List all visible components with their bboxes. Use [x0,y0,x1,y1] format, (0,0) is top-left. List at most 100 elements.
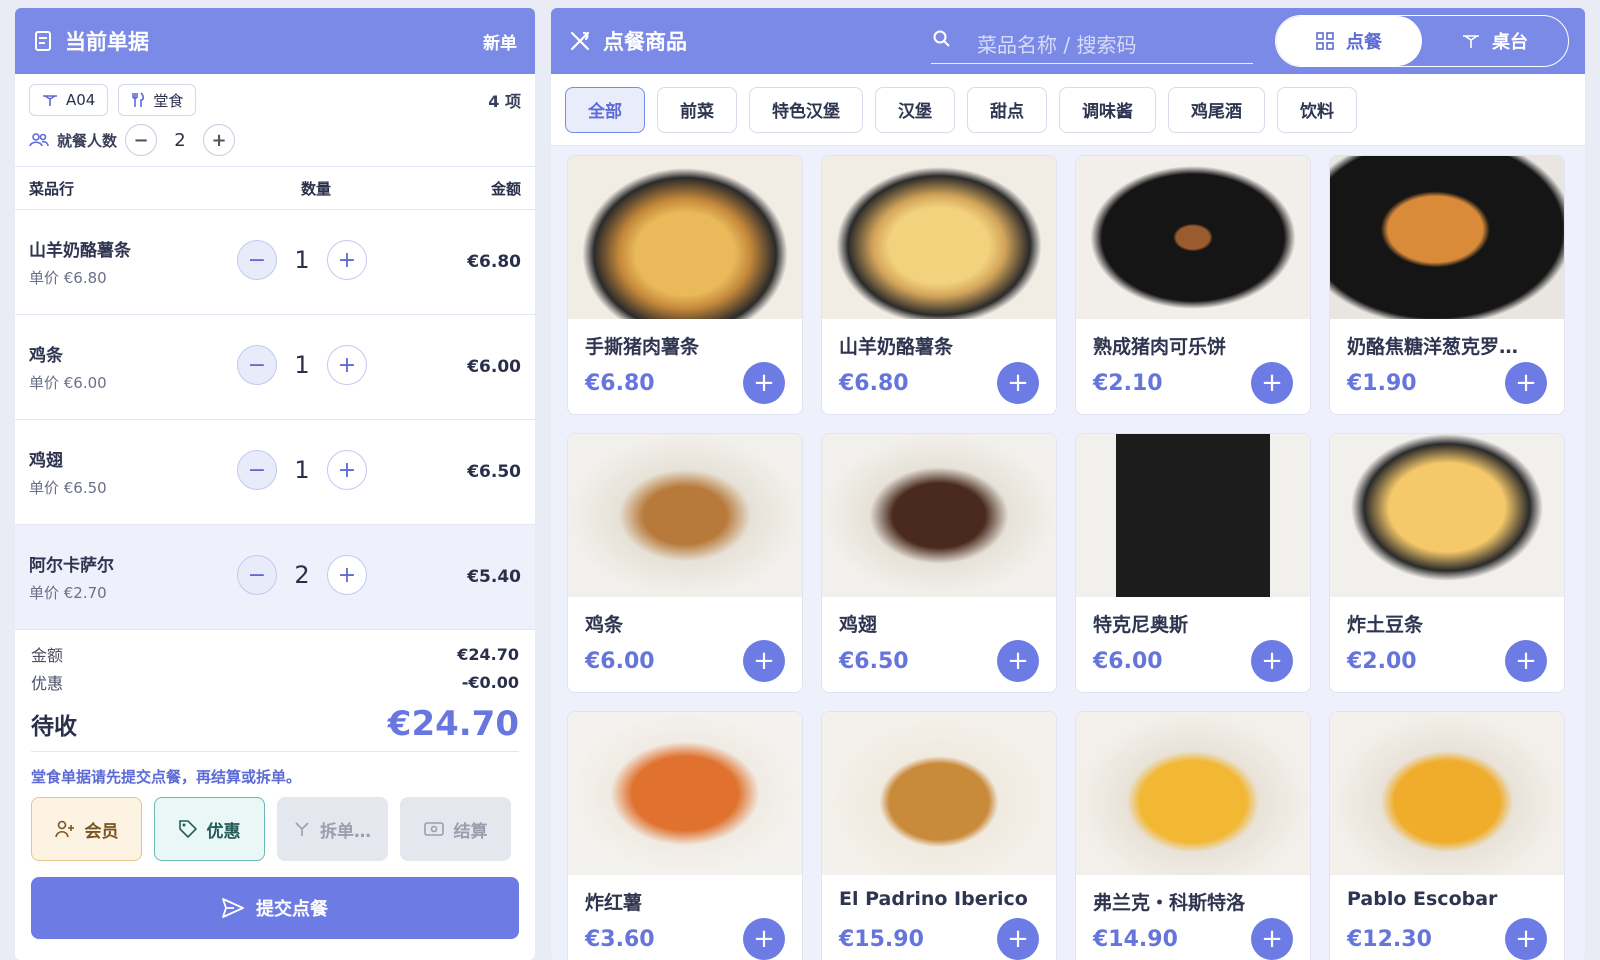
discount-button[interactable]: 优惠 [154,797,265,861]
category-cocktails[interactable]: 鸡尾酒 [1168,86,1265,133]
product-price: €6.80 [839,371,909,396]
dine-in-hint: 堂食单据请先提交点餐，再结算或拆单。 [31,768,302,786]
qty-plus-button[interactable]: + [327,555,367,595]
order-row[interactable]: 鸡条 单价 €6.00 −1 + €6.00 [15,315,535,420]
category-drinks[interactable]: 饮料 [1277,86,1357,133]
submit-order-button[interactable]: 提交点餐 [31,877,519,939]
product-card[interactable]: 特克尼奥斯 €6.00 + [1075,433,1311,693]
product-image [1330,156,1564,319]
product-price: €2.00 [1347,649,1417,674]
category-sauces[interactable]: 调味酱 [1059,86,1156,133]
product-image [1330,712,1564,875]
qty-plus-button[interactable]: + [327,240,367,280]
product-card[interactable]: 炸土豆条 €2.00 + [1329,433,1565,693]
product-image [568,156,802,319]
order-item-amount: €6.00 [467,357,521,377]
add-to-order-button[interactable]: + [1251,640,1293,682]
product-price: €15.90 [839,927,924,952]
product-name: Pablo Escobar [1347,888,1498,910]
receipt-icon [35,31,51,51]
product-card[interactable]: 奶酪焦糖洋葱克罗… €1.90 + [1329,155,1565,415]
product-grid: 手撕猪肉薯条 €6.80 + 山羊奶酪薯条 €6.80 + 熟成猪肉可乐饼 €2.10 + … [567,155,1565,960]
product-card[interactable]: 鸡条 €6.00 + [567,433,803,693]
category-all[interactable]: 全部 [565,86,645,133]
people-icon [29,133,49,147]
product-name: 鸡条 [585,614,624,636]
qty-value: 2 [294,561,310,589]
cutlery-icon [132,92,145,107]
product-card[interactable]: 鸡翅 €6.50 + [821,433,1057,693]
product-card[interactable]: 熟成猪肉可乐饼 €2.10 + [1075,155,1311,415]
menu-title: 点餐商品 [603,30,687,54]
category-signature-burgers[interactable]: 特色汉堡 [749,86,863,133]
split-icon [295,822,309,836]
qty-minus-button[interactable]: − [237,450,277,490]
diners-plus-button[interactable]: + [203,124,236,156]
order-row[interactable]: 鸡翅 单价 €6.50 −1 + €6.50 [15,420,535,525]
product-card[interactable]: 炸红薯 €3.60 + [567,711,803,960]
qty-minus-button[interactable]: − [237,240,277,280]
order-table-header: 菜品行 数量 金额 [15,166,535,210]
tab-tables[interactable]: 桌台 [1422,16,1568,66]
product-image [1076,434,1310,597]
add-to-order-button[interactable]: + [997,918,1039,960]
amount-due-value: €24.70 [387,703,519,744]
order-row[interactable]: 阿尔卡萨尔 单价 €2.70 −2 + €5.40 [15,525,535,630]
product-card[interactable]: 弗兰克・科斯特洛 €14.90 + [1075,711,1311,960]
tab-order[interactable]: 点餐 [1276,16,1422,66]
product-name: 炸红薯 [585,892,643,914]
add-to-order-button[interactable]: + [743,918,785,960]
view-mode-switch[interactable]: 点餐 桌台 [1275,15,1569,67]
add-to-order-button[interactable]: + [1505,918,1547,960]
add-to-order-button[interactable]: + [1505,640,1547,682]
send-icon [222,898,244,918]
discount-button-label: 优惠 [206,821,241,842]
member-button[interactable]: 会员 [31,797,142,861]
grid-icon [1316,32,1334,50]
search-input[interactable]: 菜品名称 / 搜索码 [931,24,1253,64]
add-to-order-button[interactable]: + [1251,362,1293,404]
order-title: 当前单据 [65,30,149,54]
qty-minus-button[interactable]: − [237,555,277,595]
order-item-name: 鸡条 [29,346,63,366]
category-desserts[interactable]: 甜点 [967,86,1047,133]
category-burgers[interactable]: 汉堡 [875,86,955,133]
add-to-order-button[interactable]: + [997,640,1039,682]
order-row[interactable]: 山羊奶酪薯条 单价 €6.80 −1 + €6.80 [15,210,535,315]
product-name: 手撕猪肉薯条 [585,336,700,358]
table-chip[interactable]: A04 [29,84,109,116]
add-to-order-button[interactable]: + [743,362,785,404]
product-image [568,434,802,597]
diners-minus-button[interactable]: − [125,124,158,156]
diners-count: 2 [174,129,186,151]
order-item-amount: €6.80 [467,252,521,272]
qty-plus-button[interactable]: + [327,345,367,385]
add-to-order-button[interactable]: + [743,640,785,682]
category-starters[interactable]: 前菜 [657,86,737,133]
product-price: €6.80 [585,371,655,396]
add-to-order-button[interactable]: + [1251,918,1293,960]
product-card[interactable]: El Padrino Iberico €15.90 + [821,711,1057,960]
col-qty: 数量 [300,179,331,198]
split-button[interactable]: 拆单… [277,797,388,861]
order-panel: 当前单据 新单 A04 堂食 4 项 就餐人数 − 2 + 菜品行 数量 金额 … [15,8,535,960]
add-user-icon [54,820,74,838]
add-to-order-button[interactable]: + [1505,362,1547,404]
col-amount: 金额 [490,179,521,198]
qty-minus-button[interactable]: − [237,345,277,385]
product-price: €2.10 [1093,371,1163,396]
product-card[interactable]: 山羊奶酪薯条 €6.80 + [821,155,1057,415]
add-to-order-button[interactable]: + [997,362,1039,404]
checkout-label: 结算 [453,821,488,842]
product-price: €3.60 [585,927,655,952]
product-price: €1.90 [1347,371,1417,396]
dine-mode-chip[interactable]: 堂食 [118,84,197,116]
checkout-button[interactable]: 结算 [400,797,511,861]
order-item-unit-price: 单价 €6.80 [29,269,107,287]
product-card[interactable]: Pablo Escobar €12.30 + [1329,711,1565,960]
qty-plus-button[interactable]: + [327,450,367,490]
dine-mode-label: 堂食 [153,91,184,110]
order-item-unit-price: 单价 €6.50 [29,479,107,497]
product-card[interactable]: 手撕猪肉薯条 €6.80 + [567,155,803,415]
new-order-button[interactable]: 新单 [483,29,517,54]
